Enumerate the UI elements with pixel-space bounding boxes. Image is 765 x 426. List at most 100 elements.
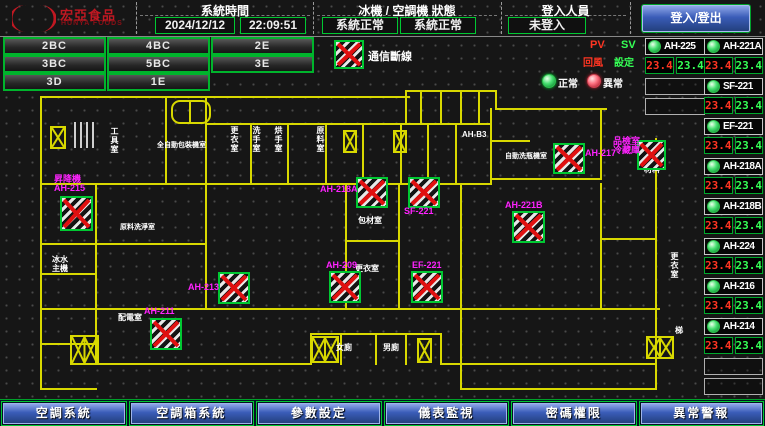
bottom-menu-slot: 異常警報 bbox=[639, 401, 765, 426]
comm-lost-icon bbox=[334, 40, 364, 69]
system-date-value: 2024/12/12 bbox=[155, 17, 235, 34]
plan-wall-line bbox=[427, 123, 429, 185]
equipment-marker-label: AH-221B bbox=[505, 201, 543, 210]
menu-button-空調箱系統[interactable]: 空調箱系統 bbox=[131, 403, 253, 424]
pv-label: PV bbox=[590, 39, 605, 51]
company-name-en: HUNYA FOODS bbox=[61, 20, 123, 27]
plan-wall-line bbox=[405, 333, 407, 365]
floor-button-5bc[interactable]: 5BC bbox=[107, 55, 210, 73]
plan-wall-line bbox=[40, 273, 97, 275]
room-label: 配電室 bbox=[118, 313, 142, 322]
room-label: 烘手室 bbox=[274, 126, 283, 153]
equipment-marker-label: AH-217 bbox=[585, 149, 616, 158]
bottom-menu-slot: 參數設定 bbox=[256, 401, 382, 426]
floor-button-2e[interactable]: 2E bbox=[211, 37, 314, 55]
equipment-marker-label: SF-221 bbox=[404, 207, 434, 216]
room-label: 男廁 bbox=[383, 343, 399, 352]
room-label: 包材室 bbox=[358, 216, 382, 225]
unit-name: AH-221A bbox=[723, 41, 761, 52]
plan-wall-line bbox=[478, 92, 480, 123]
hvac-scada-page: 宏亞食品 HUNYA FOODS 系統時間 2024/12/12 22:09:5… bbox=[0, 0, 765, 426]
menu-button-密碼權限[interactable]: 密碼權限 bbox=[513, 403, 635, 424]
unit-sv-value: 23.4 bbox=[676, 57, 705, 74]
stairs-x-icon bbox=[70, 335, 99, 365]
equipment-marker-AH-218A[interactable] bbox=[356, 177, 388, 208]
plan-wall-line bbox=[440, 363, 657, 365]
equipment-marker-label: EF-221 bbox=[412, 261, 442, 270]
unit-pv-value: 23.4 bbox=[704, 57, 733, 74]
normal-led-icon bbox=[542, 74, 556, 88]
plan-wall-line bbox=[455, 123, 457, 185]
room-label: 全自動包裝機室 bbox=[157, 141, 206, 150]
floor-button-4bc[interactable]: 4BC bbox=[107, 37, 210, 55]
abnormal-led-icon bbox=[587, 74, 601, 88]
room-label: 工具室 bbox=[110, 127, 119, 154]
room-label: 洗手室 bbox=[252, 126, 261, 153]
menu-button-空調系統[interactable]: 空調系統 bbox=[3, 403, 125, 424]
floor-button-3bc[interactable]: 3BC bbox=[3, 55, 106, 73]
plan-wall-line bbox=[495, 90, 497, 110]
plan-wall-line bbox=[95, 243, 207, 245]
equipment-marker-EF-221[interactable] bbox=[411, 271, 443, 303]
stairs-x-icon bbox=[311, 336, 339, 363]
floor-button-2bc[interactable]: 2BC bbox=[3, 37, 106, 55]
plan-wall-line bbox=[40, 96, 42, 390]
unit-tile-AH-221A[interactable]: AH-221A bbox=[704, 38, 763, 55]
unit-pv-value: 23.4 bbox=[645, 57, 674, 74]
divider bbox=[136, 2, 137, 34]
equipment-marker-冷藏庫[interactable] bbox=[637, 140, 666, 170]
room-label: AH-B3 bbox=[462, 130, 486, 139]
equipment-marker-SF-221[interactable] bbox=[408, 177, 440, 208]
room-label: 原料室 bbox=[316, 126, 325, 153]
plan-wall-line bbox=[420, 92, 422, 123]
room-label: 原料洗淨室 bbox=[120, 223, 155, 232]
plan-wall-line bbox=[460, 183, 462, 310]
equipment-marker-AH-209[interactable] bbox=[329, 271, 361, 303]
equipment-marker-AH-215[interactable] bbox=[60, 196, 93, 231]
bottom-menu-slot: 空調系統 bbox=[1, 401, 127, 426]
menu-button-異常警報[interactable]: 異常警報 bbox=[641, 403, 763, 424]
equipment-marker-label: AH-218A bbox=[320, 185, 358, 194]
plan-wall-line bbox=[95, 363, 312, 365]
equipment-marker-AH-217[interactable] bbox=[553, 143, 585, 174]
room-label: 自動洗瓶機室 bbox=[505, 152, 547, 161]
room-label: 更衣室 bbox=[230, 126, 239, 153]
room-label: 梯 bbox=[675, 326, 683, 335]
plan-wall-line bbox=[362, 123, 364, 185]
plan-wall-line bbox=[460, 308, 462, 390]
unit-tile-AH-225[interactable]: AH-225 bbox=[645, 38, 705, 55]
equipment-marker-label: 昇降機AH-215 bbox=[54, 175, 85, 193]
divider bbox=[501, 2, 502, 34]
plan-wall-line bbox=[345, 240, 400, 242]
plan-wall-line bbox=[440, 333, 442, 365]
plan-wall-line bbox=[287, 123, 289, 185]
unit-values-AH-221A: 23.423.4 bbox=[704, 57, 763, 74]
plan-wall-line bbox=[600, 108, 602, 180]
plan-wall-line bbox=[440, 92, 442, 123]
stairs-x-icon bbox=[393, 130, 407, 153]
room-label: 女廁 bbox=[336, 343, 352, 352]
floor-plan: 工具室全自動包裝機室更衣室洗手室烘手室原料室AH-B3自動洗瓶機室冷藏庫包材室更… bbox=[0, 88, 765, 398]
return-air-label: 回風 bbox=[583, 54, 603, 69]
login-logout-button[interactable]: 登入/登出 bbox=[642, 5, 750, 32]
stairs-x-icon bbox=[50, 126, 66, 149]
bottom-menu-slot: 儀表監視 bbox=[384, 401, 510, 426]
top-bar: 宏亞食品 HUNYA FOODS 系統時間 2024/12/12 22:09:5… bbox=[0, 0, 765, 37]
equipment-marker-AH-221B[interactable] bbox=[512, 211, 545, 243]
menu-button-參數設定[interactable]: 參數設定 bbox=[258, 403, 380, 424]
system-time-value: 22:09:51 bbox=[240, 17, 306, 34]
equipment-marker-AH-211[interactable] bbox=[150, 318, 182, 350]
setpoint-label: 設定 bbox=[614, 54, 634, 69]
comm-lost-label: 通信斷線 bbox=[368, 48, 412, 64]
equipment-marker-AH-213[interactable] bbox=[218, 272, 250, 304]
plan-wall-line bbox=[398, 183, 400, 310]
plan-wall-line bbox=[205, 123, 492, 125]
unit-led-icon bbox=[648, 40, 661, 53]
divider bbox=[630, 2, 631, 34]
plan-wall-line bbox=[375, 333, 377, 365]
menu-button-儀表監視[interactable]: 儀表監視 bbox=[386, 403, 508, 424]
plan-wall-line bbox=[600, 183, 602, 310]
floor-button-3e[interactable]: 3E bbox=[211, 55, 314, 73]
bottom-menu-slot: 空調箱系統 bbox=[129, 401, 255, 426]
plan-wall-line bbox=[40, 243, 97, 245]
